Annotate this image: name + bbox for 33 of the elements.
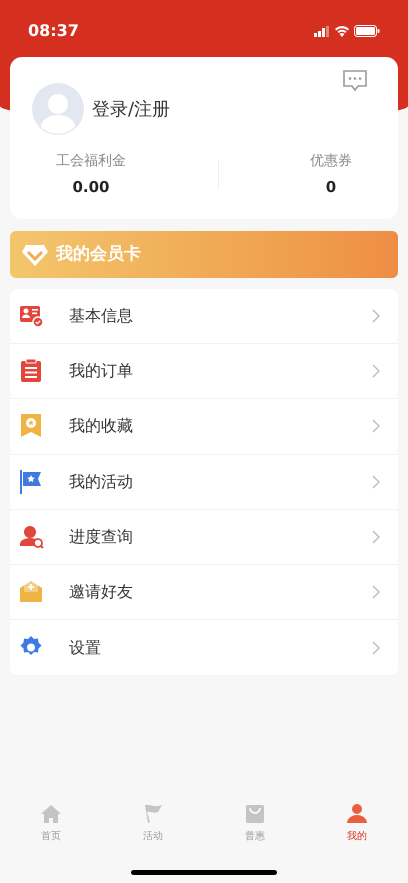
stat-label: 工会福利金 — [56, 152, 126, 171]
chevron-right-icon — [372, 640, 380, 655]
stat-value: 0 — [324, 177, 338, 198]
menu-item[interactable]: 我的订单 — [10, 344, 398, 400]
stat-value: 0.00 — [71, 177, 110, 198]
message-icon[interactable] — [342, 70, 368, 92]
user-search-icon — [19, 524, 45, 550]
chevron-right-icon — [372, 474, 380, 489]
diamond-icon — [22, 242, 48, 266]
signal-icon — [314, 26, 330, 36]
member-card-title: 我的会员卡 — [56, 242, 141, 266]
menu-item[interactable]: 进度查询 — [10, 510, 398, 565]
chevron-right-icon — [372, 309, 380, 324]
menu-item[interactable]: 设置 — [10, 620, 398, 676]
status-time: 08:37 — [28, 20, 79, 42]
menu-item[interactable]: 我的收藏 — [10, 399, 398, 455]
home-icon — [40, 803, 62, 825]
tab[interactable]: 我的 — [346, 803, 368, 844]
menu-item[interactable]: 邀请好友 — [10, 564, 398, 620]
wifi-icon — [334, 25, 350, 37]
person-icon — [346, 803, 368, 825]
chevron-right-icon — [372, 419, 380, 434]
chevron-right-icon — [372, 364, 380, 378]
menu-item[interactable]: 基本信息 — [10, 289, 398, 344]
flag-icon — [142, 803, 164, 825]
battery-icon — [354, 25, 380, 37]
chevron-right-icon — [372, 585, 380, 600]
id-card-icon — [19, 303, 45, 330]
stat-label: 优惠券 — [310, 152, 352, 171]
login-link[interactable]: 登录/注册 — [92, 96, 170, 122]
menu-item[interactable]: 我的活动 — [10, 454, 398, 510]
bag-icon — [244, 803, 266, 825]
chevron-right-icon — [372, 530, 380, 544]
